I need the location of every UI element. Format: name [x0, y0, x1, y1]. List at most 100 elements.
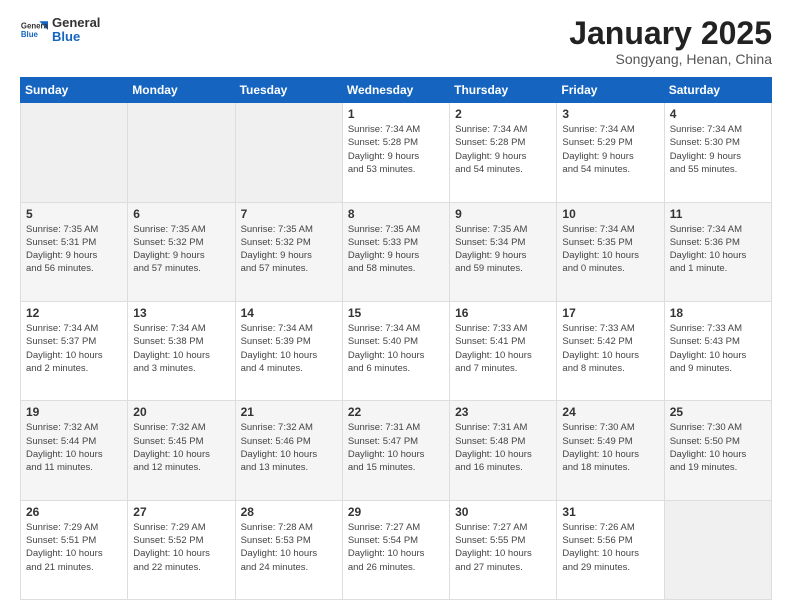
day-number: 17 — [562, 306, 658, 320]
day-number: 10 — [562, 207, 658, 221]
calendar-cell — [128, 103, 235, 202]
day-number: 5 — [26, 207, 122, 221]
day-number: 6 — [133, 207, 229, 221]
day-of-week-header: Tuesday — [235, 78, 342, 103]
day-number: 3 — [562, 107, 658, 121]
day-of-week-header: Saturday — [664, 78, 771, 103]
day-number: 15 — [348, 306, 444, 320]
day-number: 19 — [26, 405, 122, 419]
calendar-header: SundayMondayTuesdayWednesdayThursdayFrid… — [21, 78, 772, 103]
calendar-week-row: 1 Sunrise: 7:34 AM Sunset: 5:28 PM Daylig… — [21, 103, 772, 202]
calendar-week-row: 5 Sunrise: 7:35 AM Sunset: 5:31 PM Daylig… — [21, 202, 772, 301]
day-number: 27 — [133, 505, 229, 519]
calendar-cell: 13 Sunrise: 7:34 AM Sunset: 5:38 PM Dayli… — [128, 301, 235, 400]
calendar-cell: 17 Sunrise: 7:33 AM Sunset: 5:42 PM Dayli… — [557, 301, 664, 400]
calendar-cell — [21, 103, 128, 202]
day-info: Sunrise: 7:34 AM Sunset: 5:30 PM Dayligh… — [670, 123, 766, 176]
day-info: Sunrise: 7:34 AM Sunset: 5:40 PM Dayligh… — [348, 322, 444, 375]
day-number: 24 — [562, 405, 658, 419]
day-number: 26 — [26, 505, 122, 519]
title-block: January 2025 Songyang, Henan, China — [569, 16, 772, 67]
calendar-cell: 12Sunrise: 7:34 AM Sunset: 5:37 PM Dayli… — [21, 301, 128, 400]
day-number: 23 — [455, 405, 551, 419]
calendar-body: 1 Sunrise: 7:34 AM Sunset: 5:28 PM Daylig… — [21, 103, 772, 600]
day-number: 30 — [455, 505, 551, 519]
calendar-week-row: 26Sunrise: 7:29 AM Sunset: 5:51 PM Dayli… — [21, 500, 772, 599]
day-info: Sunrise: 7:28 AM Sunset: 5:53 PM Dayligh… — [241, 521, 337, 574]
day-info: Sunrise: 7:32 AM Sunset: 5:45 PM Dayligh… — [133, 421, 229, 474]
day-info: Sunrise: 7:33 AM Sunset: 5:43 PM Dayligh… — [670, 322, 766, 375]
calendar-cell: 27 Sunrise: 7:29 AM Sunset: 5:52 PM Dayli… — [128, 500, 235, 599]
calendar-cell: 6 Sunrise: 7:35 AM Sunset: 5:32 PM Daylig… — [128, 202, 235, 301]
day-info: Sunrise: 7:34 AM Sunset: 5:37 PM Dayligh… — [26, 322, 122, 375]
day-info: Sunrise: 7:35 AM Sunset: 5:32 PM Dayligh… — [133, 223, 229, 276]
day-info: Sunrise: 7:34 AM Sunset: 5:29 PM Dayligh… — [562, 123, 658, 176]
calendar-cell: 24 Sunrise: 7:30 AM Sunset: 5:49 PM Dayli… — [557, 401, 664, 500]
day-of-week-header: Wednesday — [342, 78, 449, 103]
header: General Blue General Blue January 2025 S… — [20, 16, 772, 67]
calendar-week-row: 12Sunrise: 7:34 AM Sunset: 5:37 PM Dayli… — [21, 301, 772, 400]
logo-icon: General Blue — [20, 16, 48, 44]
day-of-week-header: Sunday — [21, 78, 128, 103]
day-info: Sunrise: 7:32 AM Sunset: 5:44 PM Dayligh… — [26, 421, 122, 474]
day-number: 31 — [562, 505, 658, 519]
calendar-cell: 8Sunrise: 7:35 AM Sunset: 5:33 PM Daylig… — [342, 202, 449, 301]
day-number: 18 — [670, 306, 766, 320]
calendar-cell: 28Sunrise: 7:28 AM Sunset: 5:53 PM Dayli… — [235, 500, 342, 599]
day-info: Sunrise: 7:29 AM Sunset: 5:52 PM Dayligh… — [133, 521, 229, 574]
day-info: Sunrise: 7:32 AM Sunset: 5:46 PM Dayligh… — [241, 421, 337, 474]
calendar-cell: 20Sunrise: 7:32 AM Sunset: 5:45 PM Dayli… — [128, 401, 235, 500]
day-info: Sunrise: 7:35 AM Sunset: 5:32 PM Dayligh… — [241, 223, 337, 276]
calendar-cell: 23 Sunrise: 7:31 AM Sunset: 5:48 PM Dayli… — [450, 401, 557, 500]
logo-general-text: General — [52, 16, 100, 30]
calendar-cell — [235, 103, 342, 202]
day-info: Sunrise: 7:34 AM Sunset: 5:28 PM Dayligh… — [348, 123, 444, 176]
day-info: Sunrise: 7:34 AM Sunset: 5:38 PM Dayligh… — [133, 322, 229, 375]
calendar-cell: 2Sunrise: 7:34 AM Sunset: 5:28 PM Daylig… — [450, 103, 557, 202]
calendar-cell: 30 Sunrise: 7:27 AM Sunset: 5:55 PM Dayli… — [450, 500, 557, 599]
day-of-week-header: Monday — [128, 78, 235, 103]
day-info: Sunrise: 7:27 AM Sunset: 5:55 PM Dayligh… — [455, 521, 551, 574]
calendar-cell: 10 Sunrise: 7:34 AM Sunset: 5:35 PM Dayli… — [557, 202, 664, 301]
day-number: 11 — [670, 207, 766, 221]
calendar-cell: 14Sunrise: 7:34 AM Sunset: 5:39 PM Dayli… — [235, 301, 342, 400]
calendar-cell: 26Sunrise: 7:29 AM Sunset: 5:51 PM Dayli… — [21, 500, 128, 599]
day-info: Sunrise: 7:30 AM Sunset: 5:50 PM Dayligh… — [670, 421, 766, 474]
day-info: Sunrise: 7:35 AM Sunset: 5:31 PM Dayligh… — [26, 223, 122, 276]
location-subtitle: Songyang, Henan, China — [569, 51, 772, 67]
calendar-cell: 25 Sunrise: 7:30 AM Sunset: 5:50 PM Dayli… — [664, 401, 771, 500]
day-number: 8 — [348, 207, 444, 221]
day-info: Sunrise: 7:30 AM Sunset: 5:49 PM Dayligh… — [562, 421, 658, 474]
day-info: Sunrise: 7:31 AM Sunset: 5:47 PM Dayligh… — [348, 421, 444, 474]
day-info: Sunrise: 7:27 AM Sunset: 5:54 PM Dayligh… — [348, 521, 444, 574]
day-info: Sunrise: 7:34 AM Sunset: 5:35 PM Dayligh… — [562, 223, 658, 276]
calendar-cell: 3 Sunrise: 7:34 AM Sunset: 5:29 PM Daylig… — [557, 103, 664, 202]
calendar-cell: 31Sunrise: 7:26 AM Sunset: 5:56 PM Dayli… — [557, 500, 664, 599]
day-number: 14 — [241, 306, 337, 320]
day-info: Sunrise: 7:33 AM Sunset: 5:42 PM Dayligh… — [562, 322, 658, 375]
calendar-cell: 16 Sunrise: 7:33 AM Sunset: 5:41 PM Dayli… — [450, 301, 557, 400]
page: General Blue General Blue January 2025 S… — [0, 0, 792, 612]
month-title: January 2025 — [569, 16, 772, 51]
day-info: Sunrise: 7:35 AM Sunset: 5:34 PM Dayligh… — [455, 223, 551, 276]
calendar-cell: 9Sunrise: 7:35 AM Sunset: 5:34 PM Daylig… — [450, 202, 557, 301]
logo-blue-text: Blue — [52, 30, 100, 44]
day-number: 4 — [670, 107, 766, 121]
logo: General Blue General Blue — [20, 16, 100, 45]
calendar-cell: 19 Sunrise: 7:32 AM Sunset: 5:44 PM Dayli… — [21, 401, 128, 500]
days-of-week-row: SundayMondayTuesdayWednesdayThursdayFrid… — [21, 78, 772, 103]
svg-text:General: General — [21, 22, 48, 31]
day-info: Sunrise: 7:31 AM Sunset: 5:48 PM Dayligh… — [455, 421, 551, 474]
day-number: 25 — [670, 405, 766, 419]
day-info: Sunrise: 7:34 AM Sunset: 5:28 PM Dayligh… — [455, 123, 551, 176]
calendar-week-row: 19 Sunrise: 7:32 AM Sunset: 5:44 PM Dayli… — [21, 401, 772, 500]
calendar-cell: 15 Sunrise: 7:34 AM Sunset: 5:40 PM Dayli… — [342, 301, 449, 400]
day-number: 1 — [348, 107, 444, 121]
calendar-cell — [664, 500, 771, 599]
day-info: Sunrise: 7:33 AM Sunset: 5:41 PM Dayligh… — [455, 322, 551, 375]
calendar-cell: 29Sunrise: 7:27 AM Sunset: 5:54 PM Dayli… — [342, 500, 449, 599]
day-number: 16 — [455, 306, 551, 320]
day-info: Sunrise: 7:34 AM Sunset: 5:36 PM Dayligh… — [670, 223, 766, 276]
day-number: 13 — [133, 306, 229, 320]
day-number: 7 — [241, 207, 337, 221]
